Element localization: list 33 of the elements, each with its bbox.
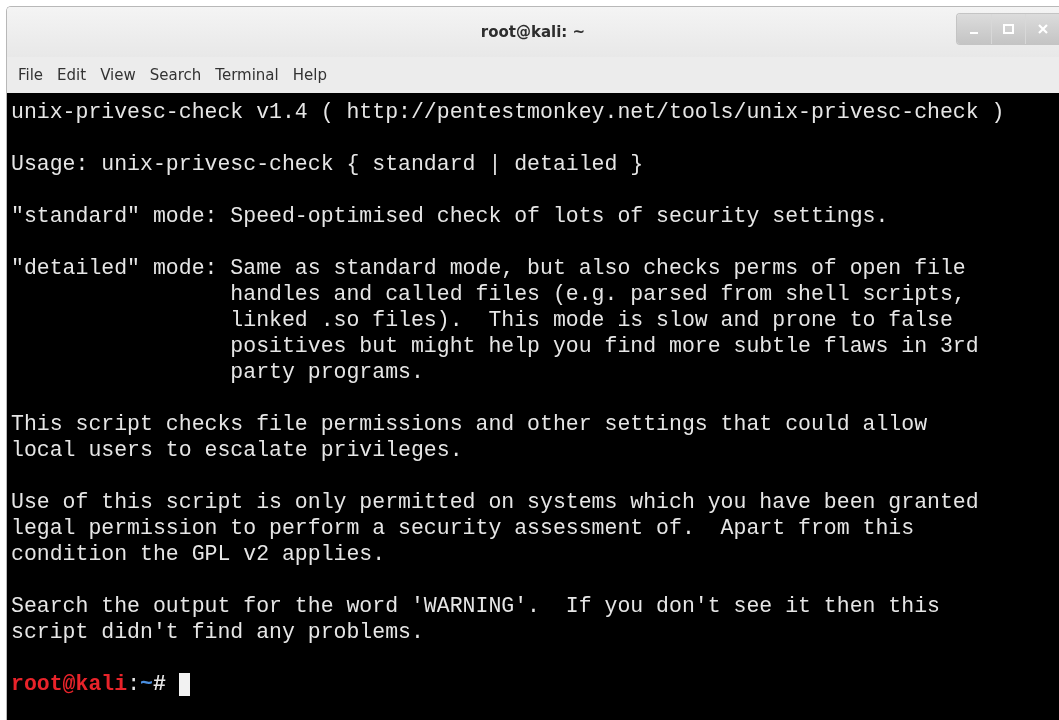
minimize-icon <box>970 32 978 34</box>
terminal-line: Use of this script is only permitted on systems which you have been granted <box>11 489 979 515</box>
terminal-line: handles and called files (e.g. parsed from shell scripts, <box>229 281 966 307</box>
terminal-line: unix-privesc-check v1.4 ( http://pentestmonkey.net/tools/unix-privesc-check ) <box>11 99 1005 125</box>
terminal-line: Usage: unix-privesc-check { standard | detailed } <box>11 151 644 177</box>
cursor-block <box>178 672 190 696</box>
terminal-line: script didn't find any problems. <box>11 619 424 645</box>
terminal-line: linked .so files). This mode is slow and prone to false <box>229 307 953 333</box>
minimize-button[interactable] <box>957 14 991 44</box>
terminal-line: party programs. <box>229 359 424 385</box>
terminal-line: legal permission to perform a security assessment of. Apart from this <box>11 515 915 541</box>
prompt-path: ~ <box>140 671 153 697</box>
menu-item[interactable]: View <box>93 62 143 88</box>
maximize-icon <box>1003 24 1014 34</box>
menu-item[interactable]: File <box>11 62 51 88</box>
terminal-line: condition the GPL v2 applies. <box>11 541 386 567</box>
prompt-separator: : <box>127 671 141 697</box>
terminal-line: positives but might help you find more subtle flaws in 3rd <box>229 333 979 359</box>
prompt-user-host: root@kali <box>11 671 128 697</box>
close-icon <box>1037 24 1048 34</box>
maximize-button[interactable] <box>991 14 1025 44</box>
prompt-symbol: # <box>152 671 166 697</box>
terminal-line: This script checks file permissions and other settings that could allow <box>11 411 928 437</box>
close-button[interactable] <box>1025 14 1059 44</box>
terminal-line: Search the output for the word 'WARNING'. If you don't see it then this <box>11 593 940 619</box>
menu-item[interactable]: Help <box>285 62 334 88</box>
menu-item[interactable]: Terminal <box>208 62 286 88</box>
terminal-line: "standard" mode: Speed-optimised check of lots of security settings. <box>11 203 889 229</box>
menu-item[interactable]: Edit <box>50 62 94 88</box>
terminal-line: "detailed" mode: Same as standard mode, but also checks perms of open file <box>11 255 966 281</box>
window-title: root@kali: ~ <box>480 23 586 41</box>
menu-item[interactable]: Search <box>142 62 209 88</box>
terminal-line: local users to escalate privileges. <box>11 437 463 463</box>
